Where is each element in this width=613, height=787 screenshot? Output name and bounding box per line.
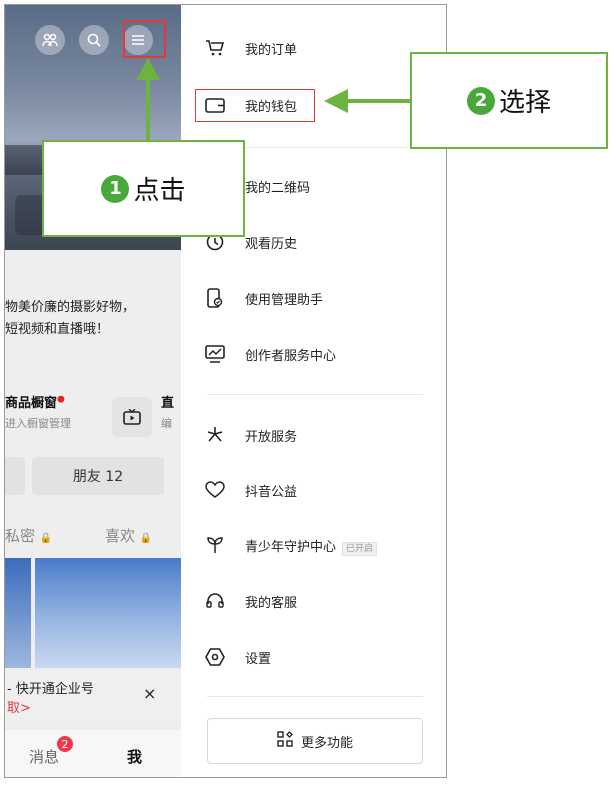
step-1-callout: 1 点击 [42, 140, 245, 237]
step-2-callout: 2 选择 [410, 52, 608, 149]
